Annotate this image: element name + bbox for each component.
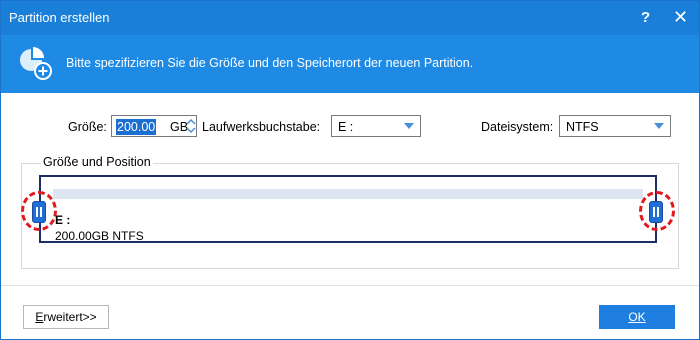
advanced-label: rweitert>> (43, 310, 97, 324)
advanced-mnemonic: E (35, 310, 44, 324)
partition-info: 200.00GB NTFS (55, 229, 144, 243)
grip-icon (36, 207, 42, 217)
pie-chart-add-icon (20, 47, 52, 80)
group-title: Größe und Position (41, 155, 153, 169)
filesystem-value: NTFS (566, 120, 599, 134)
size-value: 200.00 (116, 119, 157, 135)
instruction-banner: Bitte spezifizieren Sie die Größe und de… (1, 35, 699, 93)
dialog-title: Partition erstellen (9, 10, 110, 25)
chevron-down-icon (654, 123, 664, 129)
partition-letter: E : (55, 213, 71, 227)
filesystem-label: Dateisystem: (481, 120, 554, 134)
size-spinner-icon[interactable] (186, 118, 196, 134)
ok-button[interactable]: OK (599, 305, 675, 329)
chevron-down-icon (404, 123, 414, 129)
right-resize-handle[interactable] (649, 201, 663, 223)
partition-block[interactable]: E : 200.00GB NTFS (39, 175, 657, 243)
banner-text: Bitte spezifizieren Sie die Größe und de… (66, 56, 474, 70)
drive-letter-label: Laufwerksbuchstabe: (202, 120, 321, 134)
size-label: Größe: (68, 120, 107, 134)
advanced-button[interactable]: Erweitert>> (23, 305, 109, 329)
title-bar: Partition erstellen ? ✕ (1, 1, 699, 35)
left-resize-handle[interactable] (32, 201, 46, 223)
drive-letter-value: E : (338, 120, 354, 134)
help-button[interactable]: ? (641, 9, 650, 26)
size-input[interactable]: 200.00 GB (111, 115, 197, 137)
footer-divider (1, 285, 699, 286)
close-button[interactable]: ✕ (673, 7, 688, 28)
filesystem-select[interactable]: NTFS (559, 115, 671, 137)
drive-letter-select[interactable]: E : (331, 115, 421, 137)
partition-usage-bar (53, 189, 643, 199)
grip-icon (653, 207, 659, 217)
ok-label: OK (628, 310, 646, 324)
create-partition-dialog: Partition erstellen ? ✕ Bitte spezifizie… (0, 0, 700, 340)
